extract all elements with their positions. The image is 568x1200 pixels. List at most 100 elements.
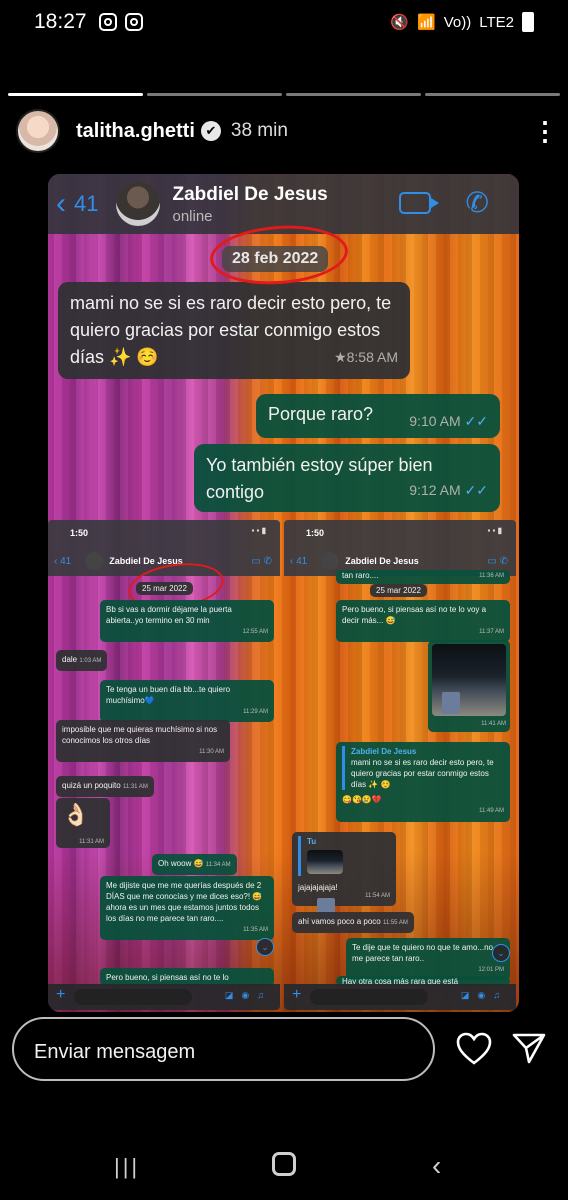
message-time: 1:03 AM [79,658,102,664]
message-bubble-in: dale 1:03 AM [56,650,108,671]
message-time: 11:55 AM [382,920,408,926]
message-text: imposible que me quieras muchísimo si no… [62,725,218,745]
mini-input-field [310,989,428,1005]
video-call-icon [399,192,439,214]
call-icons: ▭ ✆ [487,555,508,567]
message-bubble-in: imposible que me quieras muchísimo si no… [56,720,230,762]
message-time: 11:31 AM [79,839,104,845]
reply-label: Tu [307,837,317,846]
message-bubble-out: Te dije que te quiero no que te amo...no… [346,938,510,980]
status-bar: 18:27 🔇 📶 Vo)) LTE2 [0,0,568,44]
message-time: 11:35 AM [243,927,268,933]
message-time: 11:29 AM [243,709,268,715]
scroll-down-icon: ⌄ [256,938,274,956]
forwarded-message: Zabdiel De Jesus mami no se si es raro d… [336,742,510,822]
progress-segment [425,93,560,96]
network-label: LTE2 [479,13,514,31]
message-bubble-out: Bb si vas a dormir déjame la puerta abie… [100,600,274,642]
message-time: 11:36 AM [479,573,504,579]
message-text: Pero bueno, si piensas así no te lo [106,973,229,982]
contact-avatar [321,552,340,570]
message-text: Oh woow 😅 [158,859,204,868]
progress-segment [286,93,421,96]
battery-icon [522,12,534,32]
mini-input-bar: + ◪◉♫ [48,984,280,1010]
recent-apps-icon[interactable]: ||| [114,1154,140,1180]
send-message-input[interactable]: Enviar mensagem [12,1017,435,1081]
message-text: Bb si vas a dormir déjame la puerta abie… [106,605,232,625]
message-text: Te tenga un buen día bb...te quiero much… [106,685,231,705]
message-bubble-out: Yo también estoy súper bien contigo 9:12… [194,444,500,512]
volte-label: Vo)) [443,13,472,31]
message-time: 11:31 AM [122,784,148,790]
nested-screenshot-left: 1:50 ‹ 41 Zabdiel De Jesus ▭ ✆ 25 mar 20… [48,520,280,1010]
message-text: Pero bueno, si piensas así no te lo voy … [342,605,487,625]
status-time: 18:27 [34,10,87,33]
progress-segment [147,93,282,96]
mini-input-bar: + ◪◉♫ [284,984,516,1010]
message-text: quizá un poquito [62,781,121,790]
message-time: 9:10 AM [409,413,461,429]
chevron-left-icon: ‹ [56,187,66,220]
contact-avatar [85,552,104,570]
double-check-icon: ✓✓ [464,413,488,429]
message-time: 11:49 AM [479,808,504,814]
message-bubble-in: mami no se si es raro decir esto pero, t… [58,282,410,379]
date-chip: 25 mar 2022 [370,584,427,597]
unread-count: 41 [60,555,72,567]
unread-count: 41 [296,555,308,567]
forward-author: Zabdiel De Jesus [351,747,417,756]
chevron-left-icon: ‹ 41 [54,555,72,567]
message-text: ahí vamos poco a poco [298,917,381,926]
message-time: 11:41 AM [481,721,506,727]
message-text: dale [62,655,78,664]
message-bubble-out: Me dijiste que me me querías después de … [100,876,274,940]
photo-message: 11:41 AM [428,640,510,732]
mini-status-time: 1:50 [48,520,280,546]
story-image: ‹ 41 Zabdiel De Jesus online ✆ 28 feb 20… [48,174,519,1012]
instagram-notification-icon [98,13,117,31]
forward-text: mami no se si es raro decir esto pero, t… [351,758,494,789]
back-icon[interactable]: ‹ [432,1150,441,1182]
message-time: 11:34 AM [205,862,231,868]
message-text: Porque raro? [268,404,374,424]
mini-input-field [74,989,192,1005]
message-text: Me dijiste que me me querías después de … [106,881,263,923]
verified-badge-icon: ✔ [200,121,221,141]
contact-avatar [116,182,161,226]
message-bubble-out: Porque raro? 9:10 AM ✓✓ [256,394,500,438]
reply-thumbnail [307,850,343,920]
mini-status-time: 1:50 [284,520,516,546]
contact-status: online [172,207,213,225]
message-time: ★8:58 AM [334,349,398,365]
more-options-icon[interactable]: ⋮ [532,118,558,144]
message-time: 12:55 AM [242,629,268,635]
phone-icon: ✆ [465,187,489,218]
camera-mic-icons: ◪◉♫ [224,990,272,1000]
message-bubble-out: tan raro.... 11:36 AM [336,570,510,584]
message-time: 11:30 AM [199,749,224,755]
reply-message: Tu jajajajajaja! 11:54 AM [292,832,396,920]
message-time: 9:12 AM [409,482,461,498]
message-text: Yo también estoy súper bien contigo [206,455,433,502]
message-text: Te dije que te quiero no que te amo...no… [352,943,493,963]
story-header: talitha.ghetti ✔ 38 min ⋮ [16,108,558,154]
heart-icon[interactable] [456,1032,492,1066]
unread-count: 41 [74,191,99,216]
story-time: 38 min [230,120,288,141]
contact-name: Zabdiel De Jesus [172,183,328,205]
message-bubble-in: ahí vamos poco a poco 11:55 AM [292,912,414,933]
send-icon[interactable] [512,1032,546,1064]
username[interactable]: talitha.ghetti [76,120,195,143]
progress-segment [8,93,143,96]
call-icons: ▭ ✆ [251,555,272,567]
home-icon[interactable] [272,1152,296,1176]
back-button: ‹ 41 [56,187,98,221]
message-time: 12:01 PM [478,967,504,973]
avatar[interactable] [16,109,60,153]
message-time: 11:54 AM [365,893,390,899]
message-bubble-out: Te tenga un buen día bb...te quiero much… [100,680,274,722]
ok-hand-emoji: 👌🏻 [62,802,90,827]
android-nav-bar: ||| ‹ [0,1130,568,1200]
mute-icon: 🔇 [390,14,410,31]
